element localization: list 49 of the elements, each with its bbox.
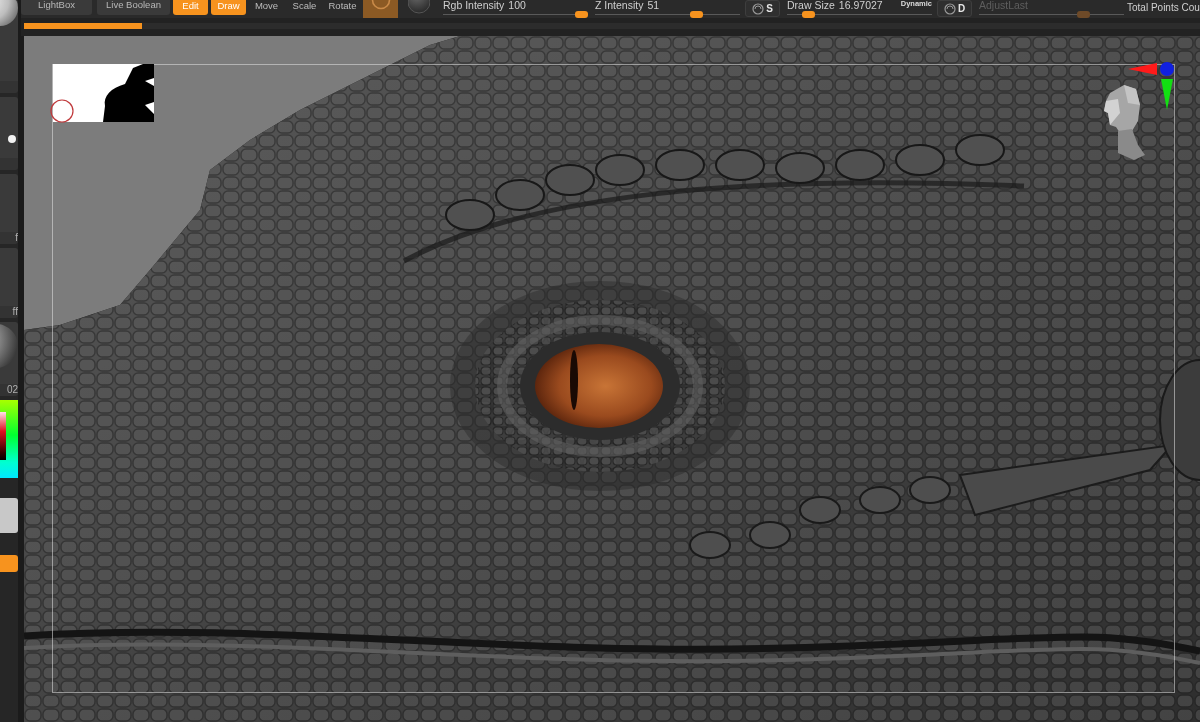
scale-bump xyxy=(859,486,901,514)
shelf-button[interactable]: ff xyxy=(0,248,18,318)
viewport-background[interactable] xyxy=(24,36,460,330)
scale-bump xyxy=(909,476,951,504)
dot-icon xyxy=(8,135,16,143)
scale-bump xyxy=(895,144,945,176)
slider-thumb[interactable] xyxy=(575,11,588,18)
color-swatch[interactable] xyxy=(0,498,18,533)
toolbar-button[interactable]: LightBox xyxy=(21,0,92,15)
mode-button[interactable]: Scale xyxy=(287,0,322,15)
shelf-button[interactable]: f xyxy=(0,174,18,244)
slider-value: 100 xyxy=(508,0,526,11)
toolbar-button[interactable]: Live Boolean xyxy=(97,0,170,15)
scale-bump xyxy=(715,149,765,181)
scale-bump xyxy=(545,164,595,196)
slider-label: Rgb Intensity xyxy=(443,0,505,11)
scale-bump xyxy=(689,531,731,559)
slider-label: Draw Size xyxy=(787,0,835,11)
slider-value: 51 xyxy=(647,0,660,11)
toggle-button[interactable] xyxy=(363,0,398,18)
key-button[interactable]: D xyxy=(937,0,972,17)
status-label: Total Points Cou xyxy=(1127,2,1200,14)
axis-gizmo-icon[interactable] xyxy=(1128,62,1175,110)
slider-thumb[interactable] xyxy=(690,11,704,18)
slider-label: Z Intensity xyxy=(595,0,644,11)
scale-bump xyxy=(799,496,841,524)
mode-button[interactable]: Move xyxy=(249,0,284,15)
stroke-button[interactable] xyxy=(0,97,18,170)
scale-bump xyxy=(495,179,545,211)
scale-bump xyxy=(445,199,495,231)
slider-value: 16.97027 xyxy=(838,0,883,11)
slider-track[interactable] xyxy=(443,11,588,18)
circle-icon xyxy=(943,2,956,15)
slider-thumb[interactable] xyxy=(801,11,815,18)
ring-icon xyxy=(370,0,391,10)
scale-bump xyxy=(749,521,791,549)
color-picker[interactable] xyxy=(0,400,18,478)
key-button[interactable]: S xyxy=(745,0,780,17)
ring-icon xyxy=(50,99,74,123)
material-button[interactable]: 02 xyxy=(0,322,18,396)
scale-bump xyxy=(595,154,645,186)
scale-bump xyxy=(835,149,885,181)
scale-bump xyxy=(955,134,1005,166)
scale-bump xyxy=(655,149,705,181)
mode-button[interactable]: Rotate xyxy=(325,0,360,15)
circle-icon xyxy=(752,2,765,15)
brush-button[interactable] xyxy=(0,0,18,93)
scale-bump xyxy=(775,152,825,184)
color-swatch[interactable] xyxy=(0,555,18,572)
